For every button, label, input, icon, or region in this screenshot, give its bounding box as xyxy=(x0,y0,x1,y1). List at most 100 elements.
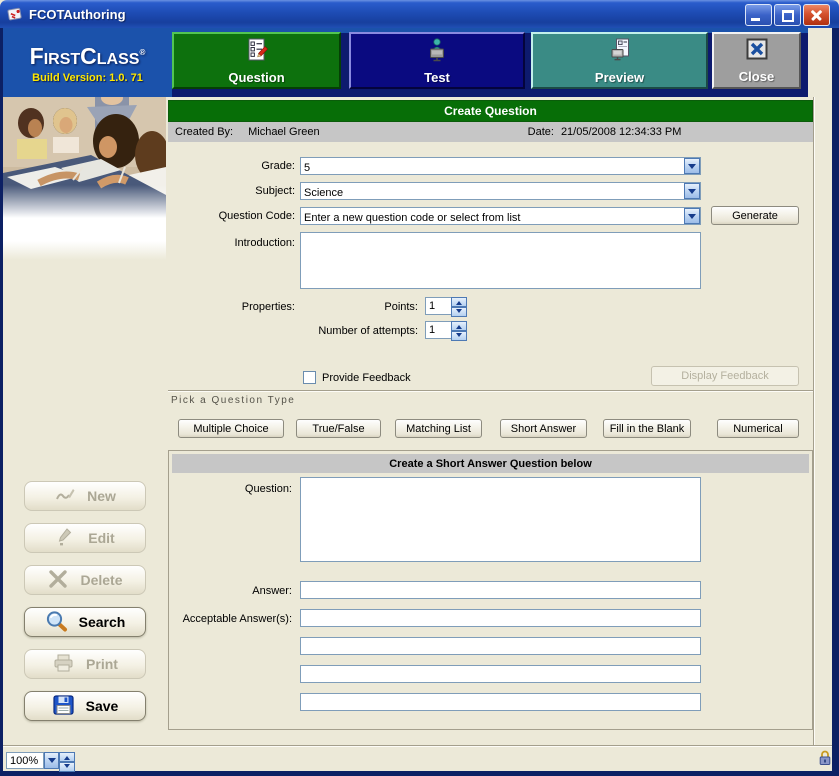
nav-question-label: Question xyxy=(228,70,284,85)
question-textarea[interactable] xyxy=(300,477,701,562)
generate-button[interactable]: Generate xyxy=(711,206,799,225)
answer-input[interactable] xyxy=(300,581,701,599)
attempts-spinner[interactable] xyxy=(451,321,467,339)
search-icon xyxy=(45,610,68,635)
zoom-spin-down-icon[interactable] xyxy=(59,762,75,772)
nav-test-label: Test xyxy=(424,70,450,85)
acceptable-answers-label: Acceptable Answer(s): xyxy=(168,613,292,625)
lock-icon xyxy=(818,750,832,766)
classroom-photo xyxy=(3,97,166,218)
created-by-label: Created By: xyxy=(175,126,233,138)
question-code-select[interactable] xyxy=(300,207,701,225)
acceptable-answer-input-1[interactable] xyxy=(300,609,701,627)
type-true-false-button[interactable]: True/False xyxy=(296,419,381,438)
subject-dropdown-arrow-icon[interactable] xyxy=(684,183,700,199)
search-button-label: Search xyxy=(79,614,126,630)
close-box-icon xyxy=(744,38,770,67)
registered-mark: ® xyxy=(139,48,145,57)
attempts-input[interactable] xyxy=(425,321,452,339)
status-bar xyxy=(3,745,832,771)
acceptable-answer-input-2[interactable] xyxy=(300,637,701,655)
minimize-button[interactable] xyxy=(745,4,772,26)
question-code-dropdown-arrow-icon[interactable] xyxy=(684,208,700,224)
window-border-right xyxy=(832,28,839,776)
print-button[interactable]: Print xyxy=(24,649,146,679)
points-spin-down-icon[interactable] xyxy=(451,307,467,317)
question-code-label: Question Code: xyxy=(168,210,295,222)
question-code-input[interactable] xyxy=(301,210,681,226)
new-icon xyxy=(54,485,76,508)
zoom-spinner[interactable] xyxy=(59,752,75,770)
grade-select[interactable] xyxy=(300,157,701,175)
search-button[interactable]: Search xyxy=(24,607,146,637)
edit-button[interactable]: Edit xyxy=(24,523,146,553)
points-spin-up-icon[interactable] xyxy=(451,297,467,307)
print-button-label: Print xyxy=(86,656,118,672)
maximize-button[interactable] xyxy=(774,4,801,26)
zoom-dropdown-arrow-icon[interactable] xyxy=(44,752,59,769)
build-version: Build Version: 1.0. 71 xyxy=(32,72,143,84)
firstclass-logo-panel: FirstClass® Build Version: 1.0. 71 xyxy=(3,28,172,97)
new-button[interactable]: New xyxy=(24,481,146,511)
properties-label: Properties: xyxy=(168,301,295,313)
provide-feedback-label: Provide Feedback xyxy=(322,372,442,384)
display-feedback-button[interactable]: Display Feedback xyxy=(651,366,799,386)
type-short-answer-button[interactable]: Short Answer xyxy=(500,419,587,438)
nav-question-button[interactable]: Question xyxy=(172,32,341,89)
date-label: Date: xyxy=(528,126,554,138)
type-multiple-choice-button[interactable]: Multiple Choice xyxy=(178,419,284,438)
type-fill-in-the-blank-button[interactable]: Fill in the Blank xyxy=(603,419,691,438)
grade-dropdown-arrow-icon[interactable] xyxy=(684,158,700,174)
nav-close-label: Close xyxy=(739,69,774,84)
question-label: Question: xyxy=(168,483,292,495)
type-matching-list-button[interactable]: Matching List xyxy=(395,419,482,438)
subject-select[interactable] xyxy=(300,182,701,200)
points-label: Points: xyxy=(300,301,418,313)
introduction-label: Introduction: xyxy=(168,237,295,249)
points-spinner[interactable] xyxy=(451,297,467,315)
firstclass-logo: FirstClass® xyxy=(30,42,146,67)
close-window-button[interactable] xyxy=(803,4,830,26)
app-icon xyxy=(6,5,24,23)
print-icon xyxy=(52,653,75,676)
maximize-icon xyxy=(782,10,794,22)
zoom-level-input[interactable] xyxy=(6,752,44,769)
acceptable-answer-input-4[interactable] xyxy=(300,693,701,711)
provide-feedback-checkbox[interactable] xyxy=(303,371,316,384)
page-title-text: Create Question xyxy=(444,104,537,118)
window-border-bottom xyxy=(0,771,839,776)
meta-bar: Created By: Michael Green Date: 21/05/20… xyxy=(168,122,813,142)
delete-x-icon xyxy=(47,569,69,592)
window-controls xyxy=(745,4,830,26)
grade-label: Grade: xyxy=(168,160,295,172)
section-divider-highlight xyxy=(168,391,813,392)
window-title: FCOTAuthoring xyxy=(29,7,126,22)
acceptable-answer-input-3[interactable] xyxy=(300,665,701,683)
created-by-value: Michael Green xyxy=(248,126,320,138)
attempts-spin-down-icon[interactable] xyxy=(451,331,467,341)
save-button[interactable]: Save xyxy=(24,691,146,721)
attempts-label: Number of attempts: xyxy=(250,325,418,337)
attempts-spin-up-icon[interactable] xyxy=(451,321,467,331)
grade-input[interactable] xyxy=(301,160,681,176)
nav-preview-button[interactable]: Preview xyxy=(531,32,708,89)
question-checklist-icon xyxy=(245,37,269,68)
question-type-section-label: Pick a Question Type xyxy=(171,395,295,406)
points-input[interactable] xyxy=(425,297,452,315)
introduction-textarea[interactable] xyxy=(300,232,701,289)
zoom-spin-up-icon[interactable] xyxy=(59,752,75,762)
subject-input[interactable] xyxy=(301,185,681,201)
photo-fade xyxy=(3,218,166,260)
title-bar[interactable]: FCOTAuthoring xyxy=(0,0,839,28)
date-value: 21/05/2008 12:34:33 PM xyxy=(561,126,681,138)
status-bar-highlight xyxy=(3,746,832,747)
answer-label: Answer: xyxy=(168,585,292,597)
new-button-label: New xyxy=(87,488,116,504)
edit-pencil-icon xyxy=(55,527,77,550)
nav-close-button[interactable]: Close xyxy=(712,32,801,89)
nav-test-button[interactable]: Test xyxy=(349,32,525,89)
type-numerical-button[interactable]: Numerical xyxy=(717,419,799,438)
preview-document-icon xyxy=(608,37,632,68)
nav-preview-label: Preview xyxy=(595,70,644,85)
delete-button[interactable]: Delete xyxy=(24,565,146,595)
